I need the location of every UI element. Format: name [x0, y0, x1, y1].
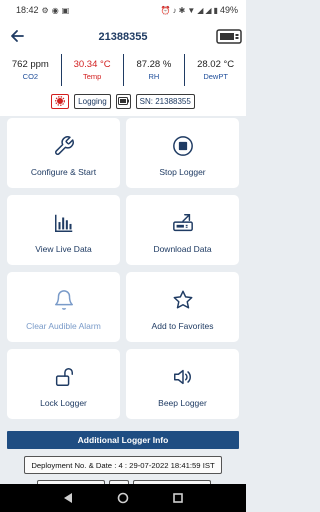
reading-value: 28.02 °C [197, 59, 235, 70]
reading-co2: 762 ppm CO2 [0, 54, 62, 86]
notification-icon: ⚙ [41, 5, 49, 15]
status-right: ⏰ ♪ ✱ ▼ ◢ ◢ ▮ 49% [161, 5, 238, 15]
reading-label: CO2 [22, 72, 39, 81]
mute-icon: ♪ [172, 5, 177, 15]
battery-icon [117, 97, 129, 105]
status-chips: Logging SN: 21388355 [0, 86, 246, 116]
battery-icon: ▮ [213, 5, 218, 15]
beep-logger-button[interactable]: Beep Logger [126, 349, 239, 419]
view-live-data-button[interactable]: View Live Data [7, 195, 120, 265]
bell-icon [54, 290, 73, 310]
reading-rh: 87.28 % RH [124, 54, 186, 86]
battery-percent: 49% [219, 5, 238, 15]
card-label: Download Data [153, 244, 212, 254]
alarm-icon: ⏰ [160, 5, 171, 15]
card-label: Clear Audible Alarm [26, 321, 101, 331]
live-readings: 762 ppm CO2 30.34 °C Temp 87.28 % RH 28.… [0, 54, 246, 86]
logger-device-icon[interactable] [216, 28, 242, 45]
signal-icon: ◢ [197, 5, 204, 15]
reading-value: 87.28 % [136, 59, 172, 70]
additional-info-header[interactable]: Additional Logger Info [7, 431, 239, 449]
bluetooth-icon: ✱ [178, 5, 186, 15]
card-label: Lock Logger [40, 398, 87, 408]
action-grid: Configure & Start Stop Logger View Live … [7, 118, 239, 419]
battery-indicator [115, 93, 131, 109]
deployment-info: Deployment No. & Date : 4 : 29-07-2022 1… [24, 456, 222, 474]
card-label: Add to Favorites [151, 321, 214, 331]
status-time: 18:42 [16, 5, 39, 15]
alarm-indicator [51, 93, 70, 109]
serial-number-chip: SN: 21388355 [135, 93, 195, 109]
clear-audible-alarm-button[interactable]: Clear Audible Alarm [7, 272, 120, 342]
card-label: Configure & Start [30, 167, 97, 177]
unlock-icon [55, 368, 73, 386]
reading-temp: 30.34 °C Temp [62, 54, 124, 86]
signal-icon: ◢ [205, 5, 212, 15]
reading-value: 30.34 °C [73, 59, 111, 70]
stop-logger-button[interactable]: Stop Logger [126, 118, 239, 188]
nav-recents-icon[interactable] [172, 492, 184, 504]
stop-icon [172, 136, 193, 156]
reading-label: RH [148, 72, 160, 81]
card-label: Stop Logger [159, 167, 206, 177]
star-icon [173, 290, 192, 309]
card-label: View Live Data [35, 244, 92, 254]
lock-logger-button[interactable]: Lock Logger [7, 349, 120, 419]
add-to-favorites-button[interactable]: Add to Favorites [126, 272, 239, 342]
status-bar: 18:42 ⚙ ◉ ▣ ⏰ ♪ ✱ ▼ ◢ ◢ ▮ 49% [0, 0, 246, 20]
configure-start-button[interactable]: Configure & Start [7, 118, 120, 188]
reading-value: 762 ppm [11, 59, 49, 70]
status-left: 18:42 ⚙ ◉ ▣ [16, 5, 69, 15]
logging-status-chip: Logging [74, 93, 111, 109]
page-title: 21388355 [98, 31, 148, 43]
back-arrow-icon[interactable] [8, 27, 26, 45]
notification-icon: ◉ [51, 5, 59, 15]
notification-icon: ▣ [61, 5, 70, 15]
download-icon [172, 214, 193, 232]
bar-chart-icon [54, 214, 72, 232]
speaker-icon [173, 369, 191, 385]
download-data-button[interactable]: Download Data [126, 195, 239, 265]
nav-back-icon[interactable] [62, 492, 74, 504]
system-nav-bar [0, 484, 246, 512]
app-bar: 21388355 [0, 20, 246, 54]
reading-label: Temp [82, 72, 102, 81]
wrench-icon [54, 136, 74, 155]
card-label: Beep Logger [158, 398, 207, 408]
wifi-icon: ▼ [187, 5, 196, 15]
nav-home-icon[interactable] [117, 492, 129, 504]
reading-dewpt: 28.02 °C DewPT [185, 54, 246, 86]
alarm-gear-icon [55, 96, 66, 106]
reading-label: DewPT [203, 72, 228, 81]
